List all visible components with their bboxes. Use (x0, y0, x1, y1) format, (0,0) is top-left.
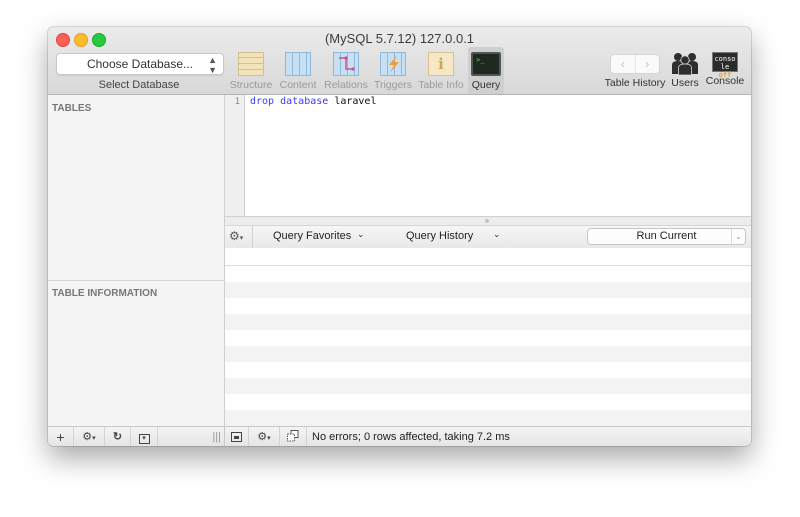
results-header-row (225, 248, 751, 266)
tool-table-history: ‹ › Table History (602, 47, 668, 94)
sequel-pro-window: (MySQL 5.7.12) 127.0.0.1 Choose Database… (48, 27, 751, 446)
query-text[interactable]: drop database laravel (250, 96, 376, 107)
panel-icon (231, 432, 242, 442)
tool-table-history-label: Table History (604, 77, 666, 89)
status-bar: + ⚙▾ ↻ ▾ ||| ⚙▾ No errors; 0 rows affect… (48, 426, 751, 446)
content-icon (285, 52, 311, 76)
query-status-message: No errors; 0 rows affected, taking 7.2 m… (312, 431, 510, 443)
tool-query-label: Query (471, 79, 501, 91)
tables-heading: TABLES (52, 103, 92, 114)
query-icon: >_ (471, 52, 501, 76)
table-information-heading: TABLE INFORMATION (52, 288, 158, 299)
structure-icon (238, 52, 264, 76)
filter-icon: ▾ (138, 434, 150, 444)
results-table[interactable] (225, 248, 751, 426)
chevron-down-icon[interactable]: ⌄ (357, 229, 365, 240)
tool-relations[interactable]: Relations (323, 47, 369, 94)
window-title: (MySQL 5.7.12) 127.0.0.1 (324, 31, 475, 46)
results-gear-button[interactable]: ⚙▾ (249, 427, 280, 446)
table-row (225, 314, 751, 330)
tool-content[interactable]: Content (276, 47, 320, 94)
relations-icon (333, 52, 359, 76)
toggle-results-pane-button[interactable] (225, 427, 249, 446)
tool-table-info-label: Table Info (418, 79, 464, 91)
triggers-icon (380, 52, 406, 76)
line-number: 1 (234, 97, 240, 107)
tool-users-label: Users (671, 77, 699, 89)
refresh-tables-button[interactable]: ↻ (105, 427, 131, 446)
tool-console[interactable]: conso le off Console (704, 47, 746, 94)
sidebar-divider[interactable] (48, 280, 224, 281)
query-favorites-menu[interactable]: Query Favorites (273, 230, 351, 242)
filter-tables-button[interactable]: ▾ (131, 427, 158, 446)
gear-icon: ⚙ (82, 431, 93, 443)
copy-window-icon (287, 430, 299, 442)
run-current-label: Run Current (636, 230, 697, 242)
tool-content-label: Content (279, 79, 317, 91)
query-gear-menu[interactable]: ⚙▾ (229, 229, 243, 243)
forward-button[interactable]: › (636, 55, 660, 73)
tool-structure[interactable]: Structure (229, 47, 273, 94)
updown-chevron-icon: ▲ ▼ (208, 55, 217, 75)
tool-triggers[interactable]: Triggers (371, 47, 415, 94)
run-options-chevron-icon[interactable]: ⌄ (731, 229, 745, 244)
splitter-handle-dot[interactable] (485, 219, 489, 223)
query-bar: ⚙▾ Query Favorites ⌄ Query History ⌄ Run… (225, 225, 751, 249)
table-info-icon: i (428, 52, 454, 76)
export-results-button[interactable] (280, 427, 307, 446)
back-forward-control: ‹ › (610, 54, 660, 74)
sidebar: TABLES TABLE INFORMATION (48, 95, 225, 426)
table-row (225, 378, 751, 394)
tool-users[interactable]: Users (669, 47, 701, 94)
table-row (225, 410, 751, 426)
console-icon: conso le off (712, 52, 738, 79)
titlebar-toolbar: (MySQL 5.7.12) 127.0.0.1 Choose Database… (48, 27, 751, 95)
query-bar-separator (252, 226, 253, 248)
gear-icon: ⚙ (257, 431, 268, 443)
query-editor[interactable]: 1 drop database laravel (225, 95, 751, 216)
select-database-label: Select Database (98, 79, 180, 91)
query-history-menu[interactable]: Query History (406, 230, 473, 242)
tool-structure-label: Structure (229, 79, 273, 91)
gear-icon: ⚙ (229, 229, 240, 243)
back-button[interactable]: ‹ (611, 55, 636, 73)
table-row (225, 346, 751, 362)
tool-relations-label: Relations (324, 79, 368, 91)
line-number-gutter: 1 (225, 95, 245, 216)
choose-database-popup[interactable]: Choose Database... ▲ ▼ (56, 53, 224, 75)
run-current-button[interactable]: Run Current ⌄ (587, 228, 746, 245)
table-row (225, 282, 751, 298)
choose-database-label: Choose Database... (86, 57, 194, 71)
tool-table-info[interactable]: i Table Info (417, 47, 465, 94)
tool-triggers-label: Triggers (373, 79, 413, 91)
add-table-button[interactable]: + (48, 427, 74, 446)
table-actions-gear-button[interactable]: ⚙▾ (74, 427, 105, 446)
chevron-down-icon[interactable]: ⌄ (493, 229, 501, 240)
users-icon (672, 52, 698, 75)
sidebar-resize-handle[interactable]: ||| (158, 427, 225, 446)
tool-query[interactable]: >_ Query (468, 47, 504, 94)
